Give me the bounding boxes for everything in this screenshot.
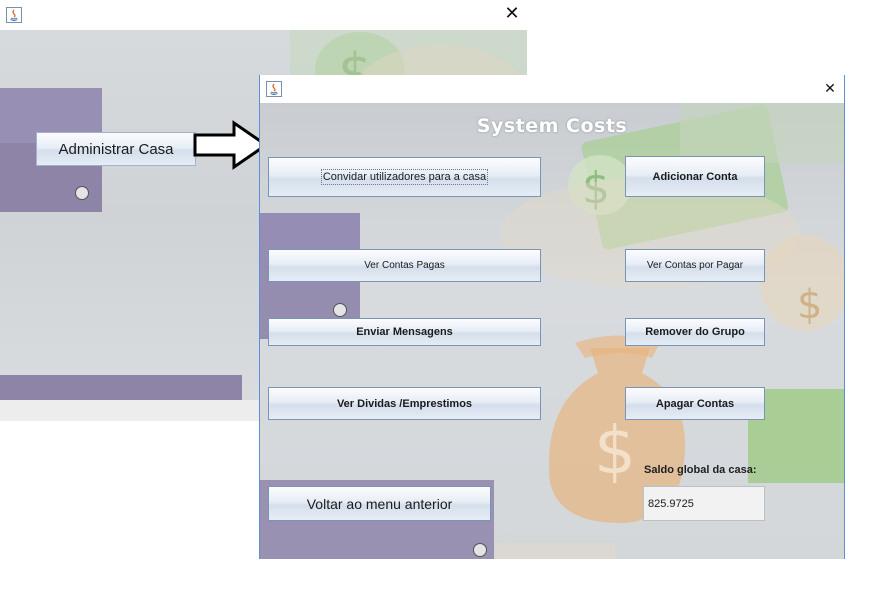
back-window-bottom-strip: [0, 400, 260, 421]
panel-knob: [473, 543, 487, 557]
saldo-global-label: Saldo global da casa:: [644, 464, 757, 476]
ver-contas-pagas-button[interactable]: Ver Contas Pagas: [268, 249, 541, 282]
ver-dividas-emprestimos-button[interactable]: Ver Dividas /Emprestimos: [268, 387, 541, 420]
enviar-mensagens-button[interactable]: Enviar Mensagens: [268, 318, 541, 346]
ver-contas-por-pagar-button[interactable]: Ver Contas por Pagar: [625, 249, 765, 282]
java-icon: [266, 81, 282, 97]
system-costs-window: ✕ $ $ $ System Costs Convidar utilizador…: [259, 75, 845, 559]
panel-knob: [75, 186, 89, 200]
close-icon[interactable]: ✕: [819, 78, 841, 100]
close-icon[interactable]: ✕: [501, 3, 523, 25]
adicionar-conta-button[interactable]: Adicionar Conta: [625, 156, 765, 197]
convidar-label: Convidar utilizadores para a casa: [320, 169, 489, 185]
svg-text:$: $: [594, 412, 636, 489]
convidar-utilizadores-button[interactable]: Convidar utilizadores para a casa: [268, 157, 541, 197]
java-icon: [6, 7, 22, 23]
saldo-global-field[interactable]: 825.9725: [643, 486, 765, 521]
front-window-titlebar: ✕: [260, 75, 844, 103]
remover-do-grupo-button[interactable]: Remover do Grupo: [625, 318, 765, 346]
administrar-casa-label: Administrar Casa: [58, 140, 174, 158]
svg-text:$: $: [797, 282, 822, 328]
front-window-content: $ $ $ System Costs Convidar utilizadores…: [260, 103, 844, 559]
panel-knob: [333, 303, 347, 317]
back-window-titlebar: ✕: [0, 0, 527, 28]
voltar-menu-anterior-button[interactable]: Voltar ao menu anterior: [268, 486, 491, 521]
app-title: System Costs: [476, 115, 628, 137]
apagar-contas-button[interactable]: Apagar Contas: [625, 387, 765, 420]
administrar-casa-button[interactable]: Administrar Casa: [36, 132, 196, 166]
